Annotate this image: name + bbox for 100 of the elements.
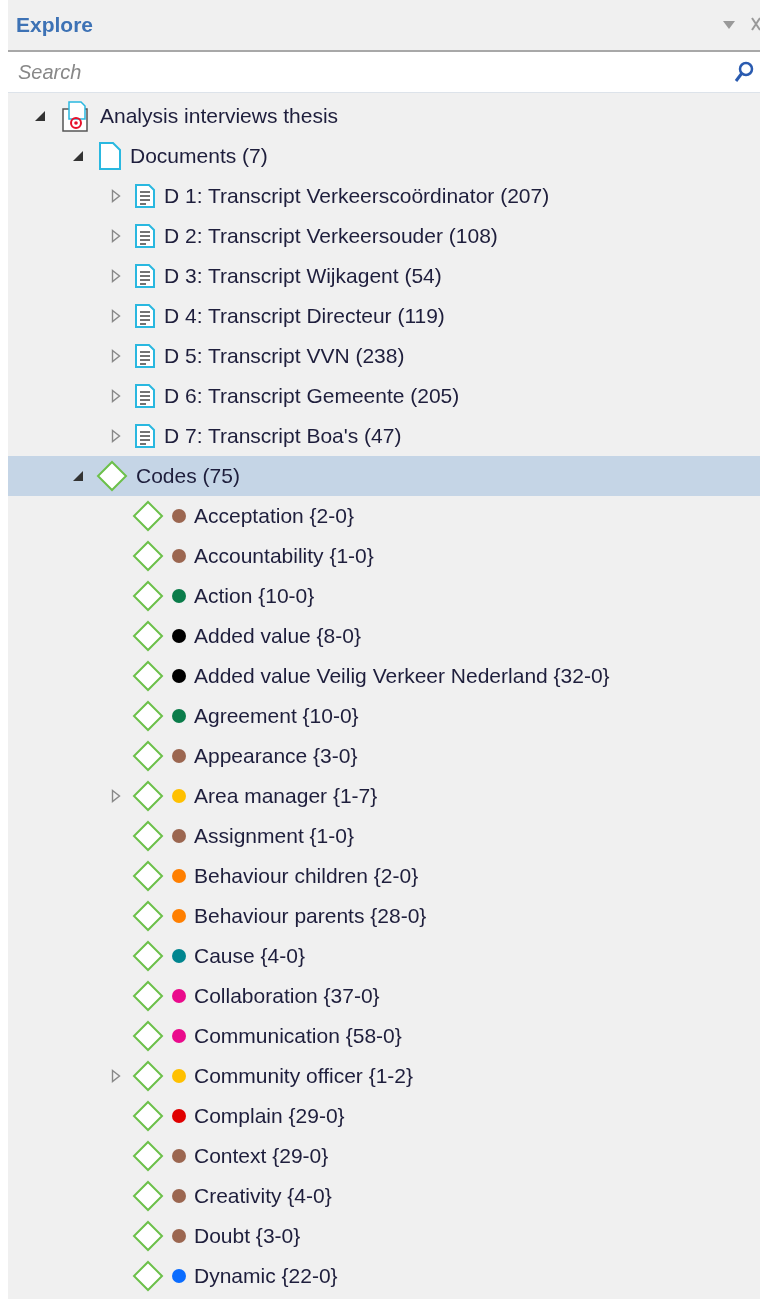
diamond-icon <box>132 620 164 652</box>
tree-row[interactable]: Collaboration {37-0} <box>8 976 760 1016</box>
tree-label: D 6: Transcript Gemeente (205) <box>164 384 460 408</box>
selected-tree-row[interactable]: Codes (75) <box>8 456 760 496</box>
tree-row[interactable]: Dynamic {22-0} <box>8 1256 760 1296</box>
tree-label: Documents (7) <box>130 144 268 168</box>
tree-label: Agreement {10-0} <box>194 704 359 728</box>
text-document-icon <box>134 303 156 329</box>
tree-row[interactable]: Added value {8-0} <box>8 616 760 656</box>
tree-row[interactable]: Appearance {3-0} <box>8 736 760 776</box>
tree-row[interactable]: Behaviour children {2-0} <box>8 856 760 896</box>
diamond-icon <box>132 1180 164 1212</box>
tree-row[interactable]: Documents (7) <box>8 136 760 176</box>
tree-row[interactable]: Agreement {10-0} <box>8 696 760 736</box>
collapsed-icon[interactable] <box>111 189 121 203</box>
text-document-icon <box>134 343 156 369</box>
diamond-icon <box>132 1020 164 1052</box>
collapsed-icon[interactable] <box>111 229 121 243</box>
diamond-icon <box>132 780 164 812</box>
tree-label: D 2: Transcript Verkeersouder (108) <box>164 224 498 248</box>
expanded-icon[interactable] <box>72 150 84 162</box>
tree-row[interactable]: Behaviour parents {28-0} <box>8 896 760 936</box>
tree-row[interactable]: Area manager {1-7} <box>8 776 760 816</box>
expanded-icon[interactable] <box>34 110 46 122</box>
tree-label: Dynamic {22-0} <box>194 1264 338 1288</box>
tree-row[interactable]: Assignment {1-0} <box>8 816 760 856</box>
collapsed-icon[interactable] <box>111 429 121 443</box>
tree-row[interactable]: Community officer {1-2} <box>8 1056 760 1096</box>
tree-row[interactable]: D 3: Transcript Wijkagent (54) <box>8 256 760 296</box>
tree-row[interactable]: D 1: Transcript Verkeerscoördinator (207) <box>8 176 760 216</box>
tree-label: Acceptation {2-0} <box>194 504 354 528</box>
collapsed-icon[interactable] <box>111 309 121 323</box>
tree-row[interactable]: D 5: Transcript VVN (238) <box>8 336 760 376</box>
collapsed-icon[interactable] <box>111 389 121 403</box>
tree-label: Cause {4-0} <box>194 944 305 968</box>
tree-label: Added value Veilig Verkeer Nederland {32-0} <box>194 664 610 688</box>
panel-title: Explore <box>16 13 95 37</box>
tree-label: Complain {29-0} <box>194 1104 345 1128</box>
tree-row[interactable]: Context {29-0} <box>8 1136 760 1176</box>
tree-label: Doubt {3-0} <box>194 1224 301 1248</box>
tree-label: Action {10-0} <box>194 584 315 608</box>
tree-label: D 4: Transcript Directeur (119) <box>164 304 445 328</box>
tree-label: Analysis interviews thesis <box>100 104 339 128</box>
tree-label: Accountability {1-0} <box>194 544 374 568</box>
tree-label: Behaviour children {2-0} <box>194 864 419 888</box>
collapsed-icon[interactable] <box>111 349 121 363</box>
tree-label: Appearance {3-0} <box>194 744 358 768</box>
search-icon[interactable] <box>734 61 754 83</box>
tree-label: Collaboration {37-0} <box>194 984 380 1008</box>
tree-row[interactable]: D 6: Transcript Gemeente (205) <box>8 376 760 416</box>
diamond-icon <box>132 860 164 892</box>
dropdown-icon[interactable] <box>722 20 736 30</box>
diamond-icon <box>132 980 164 1012</box>
tree-row[interactable]: Analysis interviews thesis <box>8 96 760 136</box>
tree-row[interactable]: Added value Veilig Verkeer Nederland {32-0} <box>8 656 760 696</box>
tree-row[interactable]: D 2: Transcript Verkeersouder (108) <box>8 216 760 256</box>
collapsed-icon[interactable] <box>111 1069 121 1083</box>
tree-label: D 1: Transcript Verkeerscoördinator (207) <box>164 184 550 208</box>
tree-label: Context {29-0} <box>194 1144 329 1168</box>
tree-label: Creativity {4-0} <box>194 1184 332 1208</box>
text-document-icon <box>134 263 156 289</box>
tree-label: Communication {58-0} <box>194 1024 402 1048</box>
tree-row[interactable]: D 7: Transcript Boa's (47) <box>8 416 760 456</box>
tree-row[interactable]: Doubt {3-0} <box>8 1216 760 1256</box>
diamond-icon <box>132 1220 164 1252</box>
diamond-icon <box>132 580 164 612</box>
tree-row[interactable]: Complain {29-0} <box>8 1096 760 1136</box>
search-bar[interactable]: Search <box>8 52 760 93</box>
text-document-icon <box>134 423 156 449</box>
tree-label: D 3: Transcript Wijkagent (54) <box>164 264 442 288</box>
tree-row[interactable]: Communication {58-0} <box>8 1016 760 1056</box>
tree-row[interactable]: D 4: Transcript Directeur (119) <box>8 296 760 336</box>
tree-row[interactable]: Action {10-0} <box>8 576 760 616</box>
diamond-icon <box>132 500 164 532</box>
document-icon <box>98 141 122 171</box>
tree-label: Community officer {1-2} <box>194 1064 414 1088</box>
text-document-icon <box>134 223 156 249</box>
diamond-icon <box>96 460 128 492</box>
search-field[interactable]: Search <box>16 59 734 85</box>
expanded-icon[interactable] <box>72 470 84 482</box>
diamond-icon <box>132 940 164 972</box>
tree-row[interactable]: Cause {4-0} <box>8 936 760 976</box>
tree-row[interactable]: Creativity {4-0} <box>8 1176 760 1216</box>
tree-row[interactable]: Accountability {1-0} <box>8 536 760 576</box>
collapsed-icon[interactable] <box>111 789 121 803</box>
diamond-icon <box>132 540 164 572</box>
tree-label: D 5: Transcript VVN (238) <box>164 344 405 368</box>
text-document-icon <box>134 383 156 409</box>
tree-label: Area manager {1-7} <box>194 784 378 808</box>
diamond-icon <box>132 660 164 692</box>
diamond-icon <box>132 1100 164 1132</box>
tree-label: Added value {8-0} <box>194 624 361 648</box>
diamond-icon <box>132 740 164 772</box>
tree-row[interactable]: Acceptation {2-0} <box>8 496 760 536</box>
diamond-icon <box>132 1060 164 1092</box>
diamond-icon <box>132 820 164 852</box>
collapsed-icon[interactable] <box>111 269 121 283</box>
diamond-icon <box>132 900 164 932</box>
diamond-icon <box>132 700 164 732</box>
tree-label: Assignment {1-0} <box>194 824 354 848</box>
